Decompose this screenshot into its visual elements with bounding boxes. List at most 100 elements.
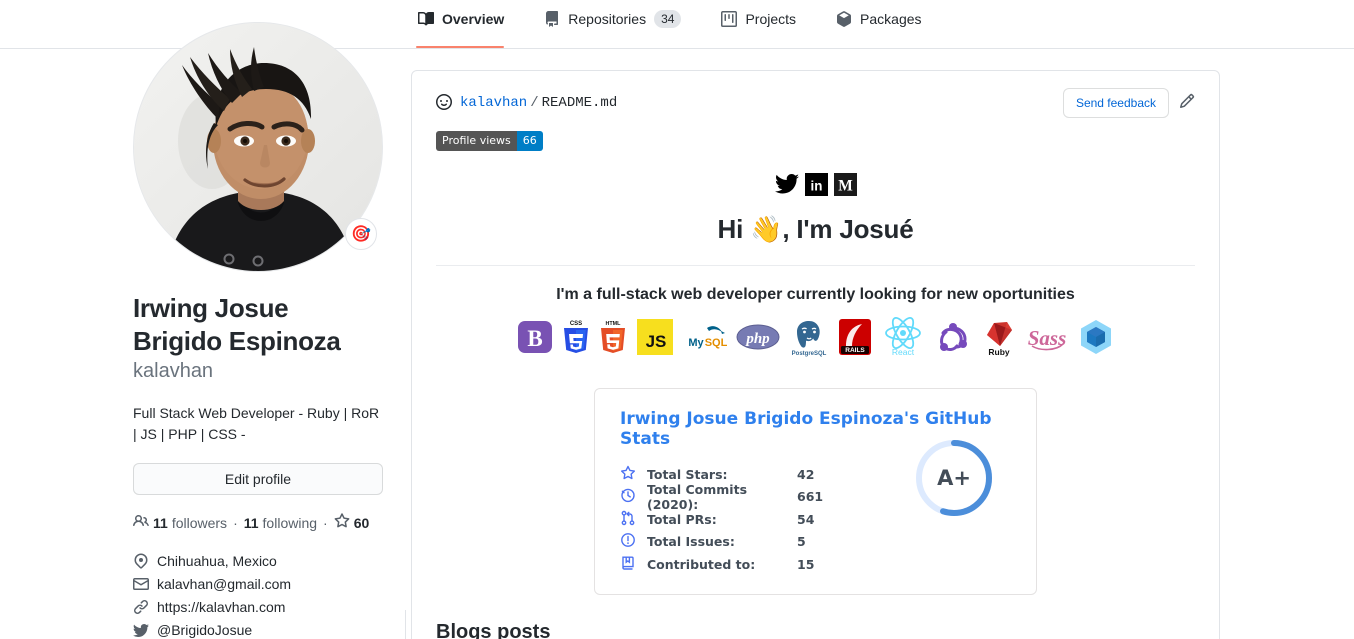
- twitter-icon[interactable]: [774, 173, 799, 196]
- profile-bio: Full Stack Web Developer - Ruby | RoR | …: [133, 405, 380, 442]
- medium-icon[interactable]: M: [833, 173, 857, 196]
- meta-twitter[interactable]: @BrigidoJosue: [132, 619, 383, 639]
- mail-icon: [133, 576, 149, 592]
- tab-projects[interactable]: Projects: [719, 1, 812, 48]
- github-profile-page: Overview Repositories 34 Projects Packag…: [0, 0, 1354, 639]
- webpack-icon[interactable]: [1077, 318, 1115, 361]
- profile-username: kalavhan: [133, 360, 214, 382]
- profile-views-badge: Profile views 66: [436, 131, 543, 151]
- javascript-icon[interactable]: JS: [636, 318, 674, 361]
- svg-text:in: in: [810, 178, 822, 193]
- html5-icon[interactable]: HTML: [599, 318, 627, 361]
- profile-views-label: Profile views: [436, 131, 517, 151]
- tab-repositories-label: Repositories: [568, 11, 647, 27]
- sass-icon[interactable]: Sass: [1026, 321, 1068, 358]
- repositories-count: 34: [654, 10, 682, 28]
- readme-filename[interactable]: README.md: [542, 95, 618, 111]
- tab-packages[interactable]: Packages: [834, 1, 937, 48]
- svg-text:Ruby: Ruby: [988, 347, 1010, 357]
- stats-label: Contributed to:: [647, 556, 756, 572]
- readme-greeting: Hi 👋, I'm Josué: [717, 214, 914, 244]
- stats-value: 42: [797, 466, 815, 482]
- svg-text:B: B: [527, 326, 542, 351]
- ruby-icon[interactable]: Ruby: [981, 317, 1017, 362]
- linkedin-icon[interactable]: in: [804, 173, 828, 196]
- twitter-icon: [132, 622, 149, 638]
- following-label[interactable]: following: [263, 515, 317, 531]
- email-text[interactable]: kalavhan@gmail.com: [157, 573, 291, 595]
- tab-projects-label: Projects: [745, 11, 797, 27]
- tab-packages-label: Packages: [860, 11, 922, 27]
- project-icon: [721, 11, 738, 27]
- react-icon[interactable]: React: [881, 316, 925, 362]
- edit-profile-button[interactable]: Edit profile: [133, 463, 383, 495]
- followers-count[interactable]: 11: [153, 515, 168, 531]
- svg-text:CSS: CSS: [569, 321, 581, 327]
- css3-icon[interactable]: CSS: [562, 318, 590, 361]
- meta-email[interactable]: kalavhan@gmail.com: [133, 573, 383, 595]
- following-count[interactable]: 11: [244, 515, 259, 531]
- stats-value: 15: [797, 556, 815, 572]
- svg-text:My: My: [688, 337, 704, 349]
- rails-icon[interactable]: RAILS: [838, 318, 872, 361]
- readme-path-separator: /: [530, 95, 539, 111]
- stats-value: 54: [797, 511, 815, 527]
- profile-meta-list: Chihuahua, Mexico kalavhan@gmail.com htt…: [132, 550, 383, 639]
- social-links: in M: [436, 173, 1195, 196]
- redux-icon[interactable]: [934, 318, 972, 361]
- profile-sidebar: 🎯 Irwing Josue Brigido Espinoza kalavhan…: [132, 22, 383, 639]
- svg-text:React: React: [891, 347, 914, 357]
- stats-value: 5: [797, 534, 806, 550]
- pull-request-icon: [620, 510, 636, 529]
- readme-header: kalavhan / README.md Send feedback: [436, 87, 1195, 119]
- tab-repositories[interactable]: Repositories 34: [542, 1, 697, 48]
- bootstrap-icon[interactable]: B: [517, 319, 553, 360]
- stats-label: Total Stars:: [647, 466, 728, 482]
- tab-overview[interactable]: Overview: [416, 1, 520, 48]
- mysql-icon[interactable]: My SQL: [683, 320, 727, 359]
- readme-actions: Send feedback: [1062, 88, 1195, 118]
- status-emoji-badge[interactable]: 🎯: [345, 218, 377, 250]
- blogs-section-title: Blogs posts: [436, 620, 551, 639]
- link-icon: [133, 599, 149, 615]
- github-grade-ring: A+: [913, 437, 995, 519]
- history-icon: [620, 487, 636, 506]
- svg-text:RAILS: RAILS: [845, 347, 865, 354]
- edit-pencil-icon[interactable]: [1179, 93, 1195, 114]
- tab-overview-label: Overview: [442, 11, 505, 27]
- stats-label: Total Issues:: [647, 534, 735, 550]
- star-icon: [334, 513, 350, 532]
- svg-text:PostgreSQL: PostgreSQL: [791, 351, 826, 357]
- book-icon: [418, 11, 434, 27]
- readme-subheading: I'm a full-stack web developer currently…: [556, 286, 1075, 303]
- php-icon[interactable]: php: [736, 324, 780, 355]
- website-text[interactable]: https://kalavhan.com: [157, 596, 285, 618]
- location-text: Chihuahua, Mexico: [157, 553, 277, 569]
- repo-icon: [620, 555, 636, 574]
- repo-icon: [544, 11, 560, 27]
- readme-owner[interactable]: kalavhan: [460, 95, 527, 111]
- smiley-icon: [436, 93, 452, 113]
- svg-text:JS: JS: [645, 332, 666, 351]
- location-icon: [133, 553, 149, 569]
- send-feedback-button[interactable]: Send feedback: [1062, 88, 1169, 118]
- svg-text:M: M: [838, 177, 853, 194]
- profile-views-count: 66: [516, 131, 543, 151]
- svg-text:HTML: HTML: [605, 321, 621, 327]
- sidebar-vertical-rule: [405, 610, 406, 639]
- twitter-handle[interactable]: @BrigidoJosue: [157, 619, 252, 639]
- stats-row: Total Issues: 5: [620, 531, 1011, 554]
- package-icon: [836, 11, 852, 27]
- postgresql-icon[interactable]: PostgreSQL: [789, 317, 829, 362]
- people-icon: [133, 513, 149, 532]
- follow-separator-2: ·: [323, 514, 328, 531]
- stats-label: Total PRs:: [647, 511, 717, 527]
- issue-icon: [620, 532, 636, 551]
- followers-label[interactable]: followers: [172, 515, 227, 531]
- stars-count[interactable]: 60: [354, 515, 370, 531]
- avatar-wrapper: 🎯: [133, 22, 383, 272]
- readme-card: kalavhan / README.md Send feedback Profile…: [411, 70, 1220, 639]
- svg-text:php: php: [744, 331, 770, 347]
- meta-website[interactable]: https://kalavhan.com: [133, 596, 383, 618]
- follow-stats-row: 11 followers · 11 following · 60: [133, 513, 383, 532]
